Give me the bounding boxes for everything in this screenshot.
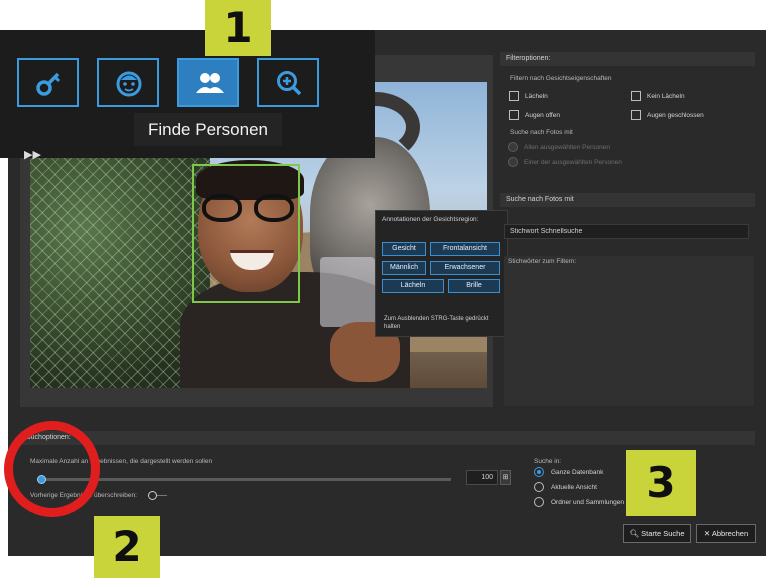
zoom-tool-button[interactable] xyxy=(257,58,319,107)
eyes-open-checkbox[interactable] xyxy=(509,110,519,120)
search-icon: 🔍︎ xyxy=(629,529,640,538)
all-persons-label: Allen ausgewählten Personen xyxy=(524,144,611,151)
key-tool-button[interactable] xyxy=(17,58,79,107)
max-results-slider-track[interactable] xyxy=(37,478,451,481)
whole-database-radio[interactable] xyxy=(534,467,544,477)
callout-badge-2: 2 xyxy=(94,516,160,578)
annotation-title: Annotationen der Gesichtsregion: xyxy=(382,216,479,223)
eyes-closed-label: Augen geschlossen xyxy=(647,112,704,119)
current-view-radio[interactable] xyxy=(534,482,544,492)
current-view-label: Aktuelle Ansicht xyxy=(551,484,597,491)
key-icon xyxy=(36,72,61,96)
face-region-box[interactable] xyxy=(192,164,300,303)
all-persons-radio[interactable] xyxy=(508,142,518,152)
tag-face[interactable]: Gesicht xyxy=(382,242,426,256)
annotation-hint: Zum Ausblenden STRG-Taste gedrückt halte… xyxy=(384,316,489,330)
search-in-label: Suche in: xyxy=(534,458,562,465)
tag-frontal[interactable]: Frontalansicht xyxy=(430,242,500,256)
start-search-button[interactable]: 🔍︎ Starte Suche xyxy=(623,524,691,543)
eyes-open-label: Augen offen xyxy=(525,112,560,119)
tag-smile[interactable]: Lächeln xyxy=(382,279,444,293)
whole-database-label: Ganze Datenbank xyxy=(551,469,604,476)
search-options-header: Suchoptionen: xyxy=(20,431,755,445)
max-results-spin-icon[interactable]: ⊞ xyxy=(500,470,511,485)
smile-checkbox[interactable] xyxy=(509,91,519,101)
people-icon xyxy=(196,73,224,93)
any-person-radio[interactable] xyxy=(508,157,518,167)
tag-adult[interactable]: Erwachsener xyxy=(430,261,500,275)
callout-badge-1: 1 xyxy=(205,0,271,56)
no-smile-checkbox[interactable] xyxy=(631,91,641,101)
any-person-label: Einer der ausgewählten Personen xyxy=(524,159,622,166)
filter-options-header: Filteroptionen: xyxy=(500,52,755,66)
find-people-tooltip: Finde Personen xyxy=(134,113,282,146)
face-annotation-popup: Annotationen der Gesichtsregion: Gesicht… xyxy=(375,210,508,337)
keywords-filter-label: Stichwörter zum Filtern: xyxy=(508,258,577,265)
eyes-closed-checkbox[interactable] xyxy=(631,110,641,120)
cancel-label: Abbrechen xyxy=(711,529,749,538)
photo-cup xyxy=(320,257,375,327)
overwrite-previous-toggle[interactable] xyxy=(148,491,168,501)
face-tool-button[interactable] xyxy=(97,58,159,107)
folders-collections-radio[interactable] xyxy=(534,497,544,507)
find-people-button[interactable] xyxy=(177,58,239,107)
tag-glasses[interactable]: Brille xyxy=(448,279,500,293)
folders-collections-label: Ordner und Sammlungen xyxy=(551,499,624,506)
keyword-search-header: Suche nach Fotos mit xyxy=(500,193,755,207)
start-search-label: Starte Suche xyxy=(641,529,685,538)
face-icon xyxy=(116,71,142,97)
face-props-label: Filtern nach Gesichtseigenschaften xyxy=(510,75,612,82)
forward-icon: ▶▶ xyxy=(24,149,41,161)
callout-badge-3: 3 xyxy=(626,450,696,516)
keyword-filter-list[interactable] xyxy=(504,256,754,406)
highlight-circle xyxy=(4,421,100,517)
zoom-in-icon xyxy=(277,71,302,96)
keyword-quick-search-input[interactable] xyxy=(504,224,749,239)
no-smile-label: Kein Lächeln xyxy=(647,93,685,100)
cancel-button[interactable]: ✕ Abbrechen xyxy=(696,524,756,543)
tag-male[interactable]: Männlich xyxy=(382,261,426,275)
smile-label: Lächeln xyxy=(525,93,548,100)
close-icon: ✕ xyxy=(703,529,711,538)
search-photos-label: Suche nach Fotos mit xyxy=(510,129,573,136)
max-results-input[interactable] xyxy=(466,470,498,485)
